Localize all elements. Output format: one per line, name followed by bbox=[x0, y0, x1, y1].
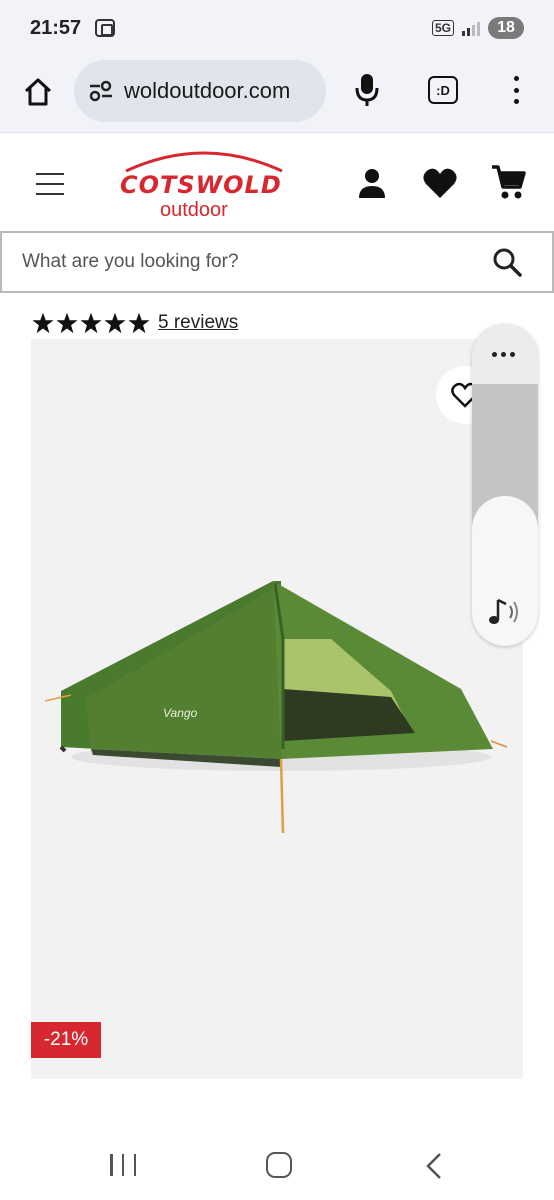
site-settings-icon bbox=[89, 80, 112, 102]
system-navigation-bar bbox=[0, 1128, 554, 1200]
search-input[interactable]: What are you looking for? bbox=[0, 231, 554, 293]
microphone-icon bbox=[355, 74, 379, 106]
cotswold-logo[interactable]: COTSWOLD outdoor bbox=[118, 143, 290, 223]
product-image[interactable]: Vango bbox=[31, 339, 523, 1079]
search-placeholder: What are you looking for? bbox=[22, 251, 239, 272]
network-type-icon: 5G bbox=[431, 20, 454, 36]
status-indicators: 5G 18 bbox=[431, 17, 524, 39]
star-icon bbox=[80, 312, 102, 334]
logo-sub-text: outdoor bbox=[160, 199, 228, 221]
browser-menu-button[interactable] bbox=[506, 74, 526, 106]
cart-icon[interactable] bbox=[490, 163, 526, 201]
star-icon bbox=[32, 312, 54, 334]
reviews-link[interactable]: 5 reviews bbox=[158, 312, 238, 334]
recent-apps-button[interactable] bbox=[110, 1154, 136, 1176]
logo-main-text: COTSWOLD bbox=[120, 171, 282, 199]
rating-stars bbox=[32, 312, 150, 334]
home-nav-button[interactable] bbox=[266, 1152, 292, 1178]
status-bar: 21:57 5G 18 bbox=[0, 0, 554, 56]
tent-brand-text: Vango bbox=[163, 706, 198, 720]
url-text: woldoutdoor.com bbox=[124, 78, 291, 103]
more-vert-icon bbox=[513, 76, 519, 81]
star-icon bbox=[56, 312, 78, 334]
music-note-volume-icon bbox=[489, 598, 518, 624]
star-icon bbox=[104, 312, 126, 334]
signal-icon bbox=[462, 20, 480, 36]
tab-switcher-button[interactable]: :D bbox=[428, 76, 458, 104]
status-time: 21:57 bbox=[30, 16, 82, 39]
search-icon[interactable] bbox=[492, 247, 522, 277]
battery-indicator: 18 bbox=[488, 17, 524, 39]
site-header: COTSWOLD outdoor bbox=[0, 132, 554, 232]
home-button[interactable] bbox=[18, 72, 58, 112]
address-bar[interactable]: woldoutdoor.com bbox=[74, 60, 326, 122]
home-icon bbox=[24, 78, 52, 106]
hamburger-menu-button[interactable] bbox=[36, 173, 64, 195]
star-icon bbox=[128, 312, 150, 334]
discount-badge: -21% bbox=[31, 1022, 101, 1058]
heart-icon[interactable] bbox=[422, 165, 458, 201]
back-button[interactable] bbox=[424, 1152, 444, 1180]
tent-image: Vango bbox=[44, 581, 508, 834]
more-options-icon[interactable] bbox=[492, 352, 515, 357]
voice-search-button[interactable] bbox=[352, 70, 382, 110]
person-icon[interactable] bbox=[356, 167, 388, 199]
volume-panel[interactable] bbox=[472, 324, 538, 646]
product-rating: 5 reviews bbox=[32, 308, 238, 338]
screenshot-icon bbox=[95, 19, 116, 37]
logo-roof-icon bbox=[125, 151, 283, 173]
